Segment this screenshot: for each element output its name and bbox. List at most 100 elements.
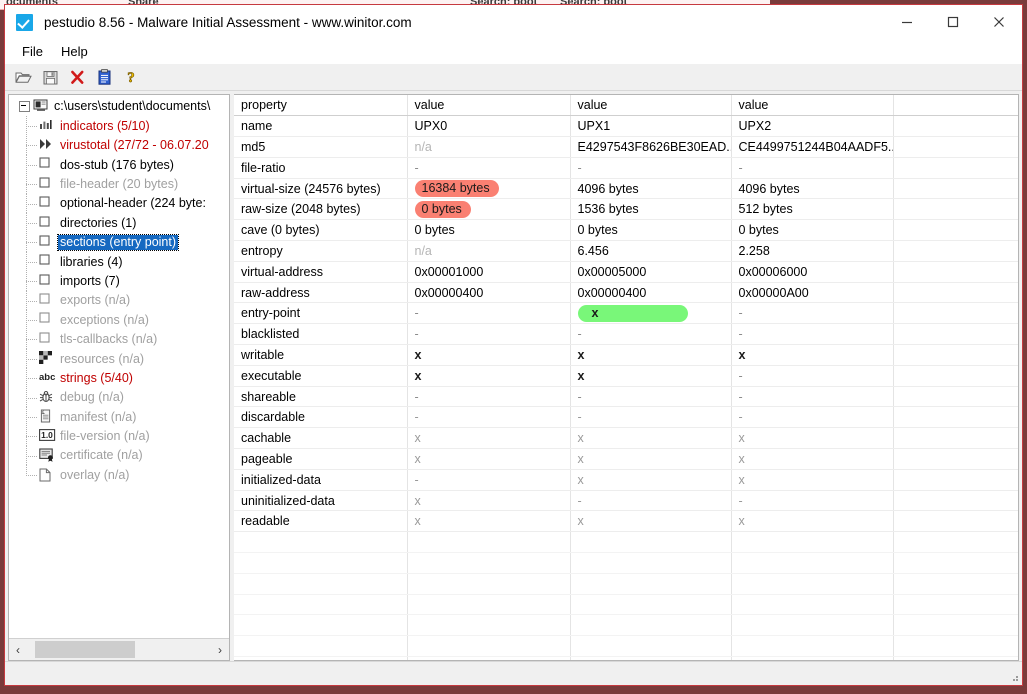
cell-text: - — [414, 160, 419, 175]
cell-empty — [893, 136, 1018, 158]
cell-property: name — [234, 115, 408, 138]
cell-empty — [234, 531, 408, 554]
scrollbar-thumb[interactable] — [35, 641, 135, 658]
cell-value: 0 bytes — [570, 219, 732, 242]
table-row[interactable]: md5 n/a E4297543F8626BE30EAD... CE449975124… — [234, 136, 1018, 158]
tree-item-file-version[interactable]: 1.0 file-version (n/a) — [9, 426, 229, 447]
table-row[interactable]: blacklisted - - - — [234, 323, 1018, 346]
tree-item-imports[interactable]: imports (7) — [9, 271, 229, 292]
table-row[interactable]: cave (0 bytes) 0 bytes 0 bytes 0 bytes — [234, 219, 1018, 242]
tree-item-tls-callbacks[interactable]: tls-callbacks (n/a) — [9, 329, 229, 350]
svg-text:1.0: 1.0 — [41, 430, 53, 440]
table-row[interactable]: file-ratio - - - — [234, 157, 1018, 179]
tree-item-libraries[interactable]: libraries (4) — [9, 252, 229, 272]
minimize-icon[interactable] — [884, 5, 930, 39]
table-row[interactable]: writable x x x — [234, 344, 1018, 366]
cell-value: UPX2 — [731, 115, 894, 138]
table-row[interactable]: entropy n/a 6.456 2.258 — [234, 240, 1018, 262]
box-icon — [39, 235, 55, 250]
cell-empty — [893, 282, 1018, 304]
sidebar-item-sections[interactable]: sections (entry point) — [9, 232, 229, 253]
column-header-empty[interactable] — [893, 95, 1018, 117]
close-file-icon[interactable] — [65, 66, 89, 88]
table-row[interactable]: discardable - - - — [234, 406, 1018, 429]
collapse-toggle-icon[interactable] — [19, 101, 30, 113]
cell-property: entry-point — [234, 302, 408, 325]
cell-value: - — [407, 323, 571, 346]
table-row[interactable]: cachable x x x — [234, 427, 1018, 450]
tree-item-debug[interactable]: debug (n/a) — [9, 387, 229, 408]
tree-item-dos-stub[interactable]: dos-stub (176 bytes) — [9, 155, 229, 175]
table-row[interactable]: executable x x - — [234, 365, 1018, 387]
cell-empty — [893, 261, 1018, 283]
help-icon[interactable]: ? — [119, 66, 143, 88]
cell-value: n/a — [407, 136, 571, 158]
open-file-icon[interactable] — [11, 66, 35, 88]
column-header-value-2[interactable]: value — [570, 95, 732, 117]
svg-text:abc: abc — [39, 372, 55, 382]
column-header-value-1[interactable]: value — [407, 95, 571, 117]
tree-item-label: certificate (n/a) — [60, 448, 143, 463]
table-row[interactable]: shareable - - - — [234, 386, 1018, 408]
cell-text: - — [414, 472, 419, 487]
cell-empty — [893, 157, 1018, 179]
cell-empty — [407, 614, 571, 637]
close-icon[interactable] — [976, 5, 1022, 39]
resize-grip-icon[interactable] — [1009, 672, 1019, 682]
table-row[interactable]: pageable x x x — [234, 448, 1018, 470]
tree-item-label: optional-header (224 byte: — [60, 196, 206, 211]
cell-value: - — [731, 490, 894, 512]
table-row[interactable]: raw-size (2048 bytes) 0 bytes 1536 bytes 51… — [234, 198, 1018, 221]
tree-item-directories[interactable]: directories (1) — [9, 213, 229, 234]
scroll-icon — [39, 409, 55, 424]
maximize-icon[interactable] — [930, 5, 976, 39]
column-header-value-3[interactable]: value — [731, 95, 894, 117]
cell-text: UPX0 — [414, 119, 448, 134]
cell-value: - — [570, 323, 732, 346]
cell-text: 0 bytes — [577, 223, 618, 238]
box-icon — [39, 157, 55, 172]
cell-empty — [731, 552, 894, 574]
table-row[interactable]: raw-address 0x00000400 0x00000400 0x00000A0… — [234, 282, 1018, 304]
cell-text: E4297543F8626BE30EAD... — [577, 139, 731, 154]
table-row[interactable]: virtual-size (24576 bytes) 16384 bytes 409… — [234, 178, 1018, 200]
tree-item-certificate[interactable]: certificate (n/a) — [9, 446, 229, 466]
save-icon[interactable] — [38, 66, 62, 88]
tree-item-strings[interactable]: abc strings (5/40) — [9, 368, 229, 389]
cell-value: - — [570, 406, 732, 429]
table-empty-row — [234, 594, 1018, 616]
tree-item-manifest[interactable]: manifest (n/a) — [9, 407, 229, 428]
tree-item-exports[interactable]: exports (n/a) — [9, 290, 229, 311]
cell-value: x — [570, 344, 732, 366]
tree-item-virustotal[interactable]: virustotal (27/72 - 06.07.20 — [9, 135, 229, 156]
cell-value: x — [731, 344, 894, 366]
tree-item-root[interactable]: c:\users\student\documents\ — [9, 97, 229, 116]
menu-help[interactable]: Help — [52, 41, 97, 62]
table-row[interactable]: initialized-data - x x — [234, 469, 1018, 491]
menu-file[interactable]: File — [13, 41, 52, 62]
column-header-property[interactable]: property — [234, 95, 408, 117]
table-row[interactable]: name UPX0 UPX1 UPX2 — [234, 115, 1018, 138]
properties-table-pane: property value value value name UPX0 UPX1 U… — [234, 94, 1019, 661]
scrollbar-track[interactable] — [27, 639, 211, 660]
tree-horizontal-scrollbar[interactable]: ‹ › — [9, 638, 229, 660]
tree-item-overlay[interactable]: overlay (n/a) — [9, 465, 229, 484]
table-row[interactable]: uninitialized-data x - - — [234, 490, 1018, 512]
scroll-right-arrow-icon[interactable]: › — [211, 643, 229, 657]
navigation-tree-pane: c:\users\student\documents\ indicators (… — [8, 94, 230, 661]
cell-text: 512 bytes — [738, 202, 793, 217]
table-row[interactable]: virtual-address 0x00001000 0x00005000 0x000… — [234, 261, 1018, 283]
clipboard-icon[interactable] — [92, 66, 116, 88]
table-empty-row — [234, 635, 1018, 658]
tree-item-optional-header[interactable]: optional-header (224 byte: — [9, 193, 229, 214]
table-row[interactable]: readable x x x — [234, 510, 1018, 533]
tree-item-exceptions[interactable]: exceptions (n/a) — [9, 310, 229, 331]
table-row[interactable]: entry-point - x - — [234, 302, 1018, 325]
scroll-left-arrow-icon[interactable]: ‹ — [9, 643, 27, 657]
tree-item-file-header[interactable]: file-header (20 bytes) — [9, 174, 229, 195]
cell-text: 0x00001000 — [414, 264, 484, 279]
cell-text: 0x00000A00 — [738, 285, 809, 300]
tree-item-indicators[interactable]: indicators (5/10) — [9, 116, 229, 137]
tree-item-resources[interactable]: resources (n/a) — [9, 349, 229, 369]
cell-empty — [234, 573, 408, 595]
